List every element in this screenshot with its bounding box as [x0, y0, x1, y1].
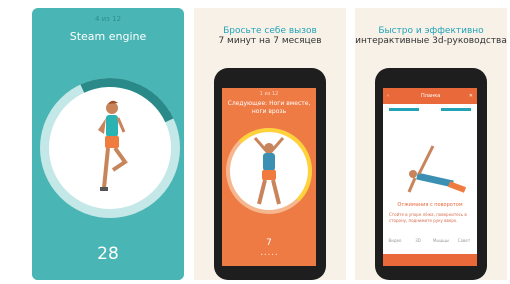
back-icon[interactable]: ‹ [387, 93, 389, 99]
side-plank-figure-icon [407, 145, 467, 193]
exercise-title: Steam engine [69, 30, 147, 43]
app-header: ‹ Планка ✕ [383, 88, 477, 104]
countdown-number: 7 [266, 238, 272, 248]
heading-line1: Бросьте себе вызов [223, 26, 317, 36]
rep-count: 28 [97, 244, 119, 264]
panel-heading: Быстро и эффективно интерактивные 3d-рук… [355, 26, 507, 46]
tab-3d[interactable]: 3D [408, 238, 428, 243]
next-exercise-title: Следующее: Ноги вместе, ноги врозь [227, 100, 311, 115]
jumping-jack-figure-icon [253, 137, 285, 205]
exercise-caption: Отжимания с поворотом [397, 202, 463, 208]
phone-screen: ‹ Планка ✕ Отжимания с поворотом Стойте … [383, 88, 477, 266]
phone-screen: 1 из 12 Следующее: Ноги вместе, ноги вро… [222, 88, 316, 266]
close-icon[interactable]: ✕ [469, 93, 473, 99]
tab-muscles[interactable]: Мышцы [431, 238, 451, 243]
progress-bar [389, 108, 419, 111]
guide-tabs: Видео 3D Мышцы Совет [383, 238, 477, 252]
heading-line2: 7 минут на 7 месяцев [218, 36, 322, 46]
screenshot-panel-workout: 4 из 12 Steam engine 28 [32, 8, 184, 280]
screenshot-panel-guides: Быстро и эффективно интерактивные 3d-рук… [355, 8, 507, 280]
heading-line1: Быстро и эффективно [378, 26, 484, 36]
phone-mockup: 1 из 12 Следующее: Ноги вместе, ноги вро… [214, 68, 326, 280]
exercise-figure-icon [98, 100, 128, 191]
exercise-counter: 4 из 12 [94, 15, 122, 23]
exercise-counter: 1 из 12 [259, 91, 279, 97]
bottom-nav [383, 254, 477, 266]
panel-heading: Бросьте себе вызов 7 минут на 7 месяцев [194, 26, 346, 46]
page-dots: • • • • • [260, 252, 278, 257]
heading-line2: интерактивные 3d-руководства [355, 36, 507, 46]
screenshot-panel-challenge: Бросьте себе вызов 7 минут на 7 месяцев … [194, 8, 346, 280]
progress-bar [441, 108, 471, 111]
tab-tip[interactable]: Совет [454, 238, 474, 243]
screen-title: Планка [421, 93, 441, 99]
exercise-description: Стойте в упоре лёжа, повернитесь в сторо… [389, 212, 467, 223]
tab-video[interactable]: Видео [385, 238, 405, 243]
phone-mockup: ‹ Планка ✕ Отжимания с поворотом Стойте … [375, 68, 487, 280]
